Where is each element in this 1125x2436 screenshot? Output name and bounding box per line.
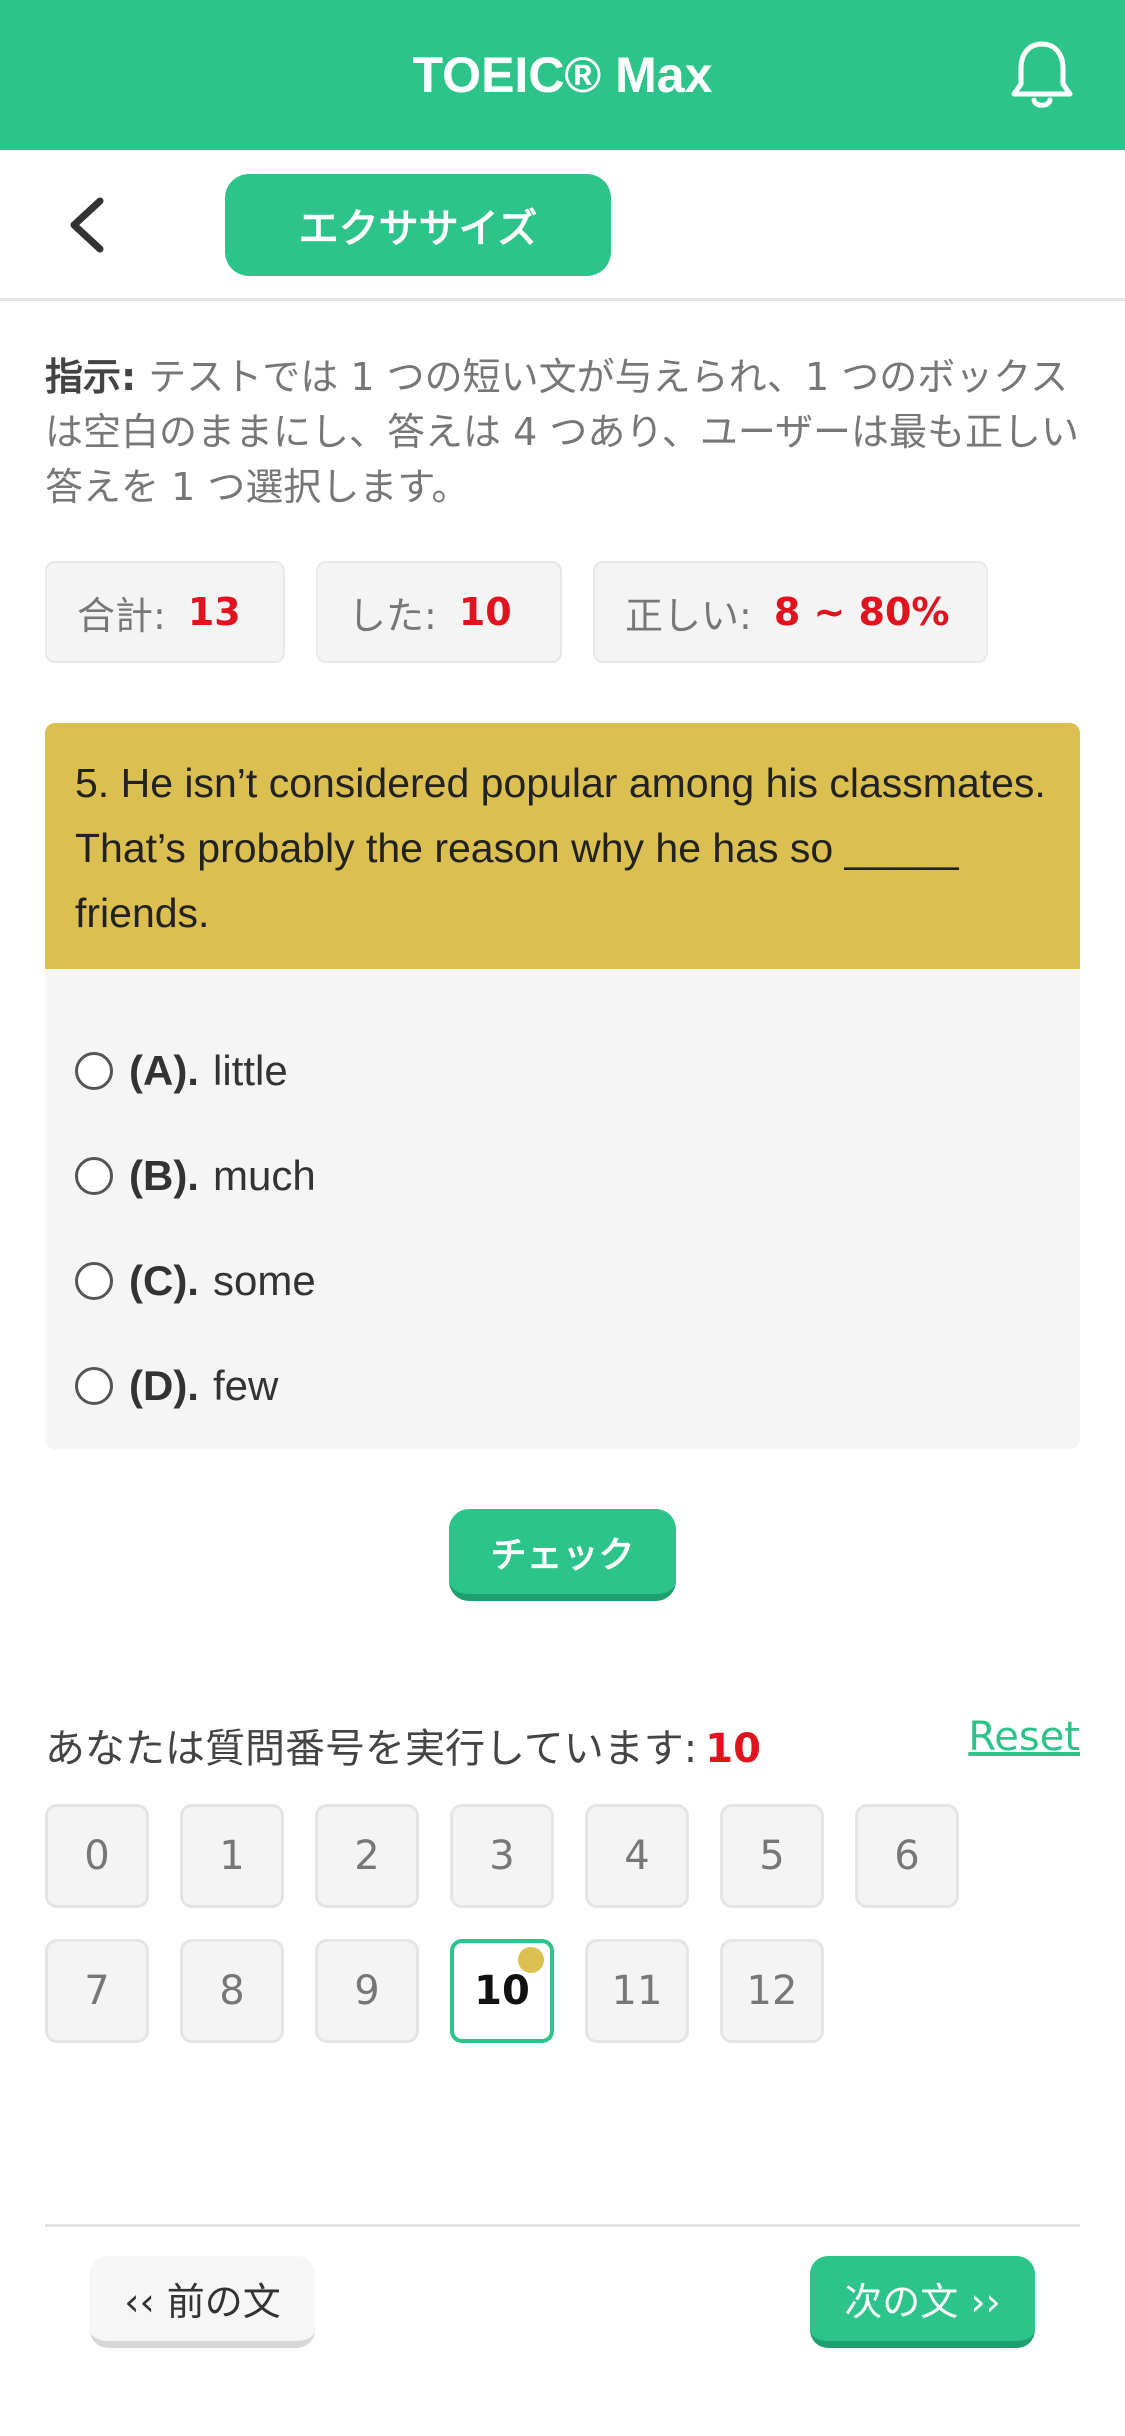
next-sentence-button[interactable]: 次の文 ›› — [810, 2256, 1035, 2348]
radio-button[interactable] — [75, 1367, 113, 1405]
option-d[interactable]: (D). few — [75, 1351, 278, 1421]
sub-header: エクササイズ — [0, 150, 1125, 301]
stat-done-value: 10 — [458, 590, 512, 634]
instructions: 指示: テストでは 1 つの短い文が与えられ、1 つのボックスは空白のままにし、… — [45, 350, 1080, 515]
option-text: some — [212, 1257, 316, 1304]
option-text: much — [212, 1152, 316, 1199]
option-b[interactable]: (B). much — [75, 1141, 316, 1211]
stat-correct: 正しい: 8 ~ 80% — [593, 561, 988, 663]
radio-button[interactable] — [75, 1052, 113, 1090]
app-title: TOEIC® Max — [412, 47, 713, 103]
stat-total-value: 13 — [187, 590, 241, 634]
app-header: TOEIC® Max — [0, 0, 1125, 150]
progress-label-text: あなたは質問番号を実行しています: — [45, 1726, 698, 1772]
option-text: few — [212, 1362, 279, 1409]
stat-done: した: 10 — [316, 561, 562, 663]
stat-total: 合計: 13 — [45, 561, 285, 663]
stat-correct-label: 正しい: — [625, 593, 752, 638]
stat-correct-value: 8 ~ 80% — [773, 590, 950, 634]
question-number-label: 10 — [474, 1968, 530, 2014]
option-letter: (B). — [129, 1152, 199, 1199]
radio-button[interactable] — [75, 1262, 113, 1300]
progress-label: あなたは質問番号を実行しています: 10 — [45, 1716, 761, 1774]
stat-total-label: 合計: — [77, 593, 166, 638]
question-number-3[interactable]: 3 — [450, 1804, 554, 1908]
question-number-11[interactable]: 11 — [585, 1939, 689, 2043]
bell-icon[interactable] — [1007, 38, 1077, 112]
question-number-12[interactable]: 12 — [720, 1939, 824, 2043]
option-letter: (D). — [129, 1362, 199, 1409]
options-list: (A). little (B). much (C). some (D). few — [45, 969, 1080, 1449]
question-number-10-current[interactable]: 10 — [450, 1939, 554, 2043]
question-number-1[interactable]: 1 — [180, 1804, 284, 1908]
current-indicator-dot — [518, 1947, 544, 1973]
option-letter: (A). — [129, 1047, 199, 1094]
question-text: 5. He isn’t considered popular among his… — [45, 723, 1080, 969]
tab-exercise[interactable]: エクササイズ — [225, 174, 611, 276]
instructions-text: テストでは 1 つの短い文が与えられ、1 つのボックスは空白のままにし、答えは … — [45, 355, 1080, 509]
question-number-6[interactable]: 6 — [855, 1804, 959, 1908]
instructions-label: 指示: — [45, 355, 137, 399]
current-question-number: 10 — [705, 1726, 761, 1772]
option-c[interactable]: (C). some — [75, 1246, 316, 1316]
option-a[interactable]: (A). little — [75, 1036, 288, 1106]
prev-sentence-button[interactable]: ‹‹ 前の文 — [90, 2256, 315, 2348]
reset-link[interactable]: Reset — [968, 1714, 1080, 1760]
question-number-0[interactable]: 0 — [45, 1804, 149, 1908]
question-number-9[interactable]: 9 — [315, 1939, 419, 2043]
chevron-left-icon[interactable] — [60, 195, 120, 255]
check-button[interactable]: チェック — [449, 1509, 676, 1601]
option-text: little — [212, 1047, 288, 1094]
question-number-5[interactable]: 5 — [720, 1804, 824, 1908]
option-letter: (C). — [129, 1257, 199, 1304]
question-number-8[interactable]: 8 — [180, 1939, 284, 2043]
radio-button[interactable] — [75, 1157, 113, 1195]
question-number-7[interactable]: 7 — [45, 1939, 149, 2043]
footer-divider — [45, 2224, 1080, 2227]
question-number-2[interactable]: 2 — [315, 1804, 419, 1908]
question-number-4[interactable]: 4 — [585, 1804, 689, 1908]
stat-done-label: した: — [348, 593, 437, 638]
